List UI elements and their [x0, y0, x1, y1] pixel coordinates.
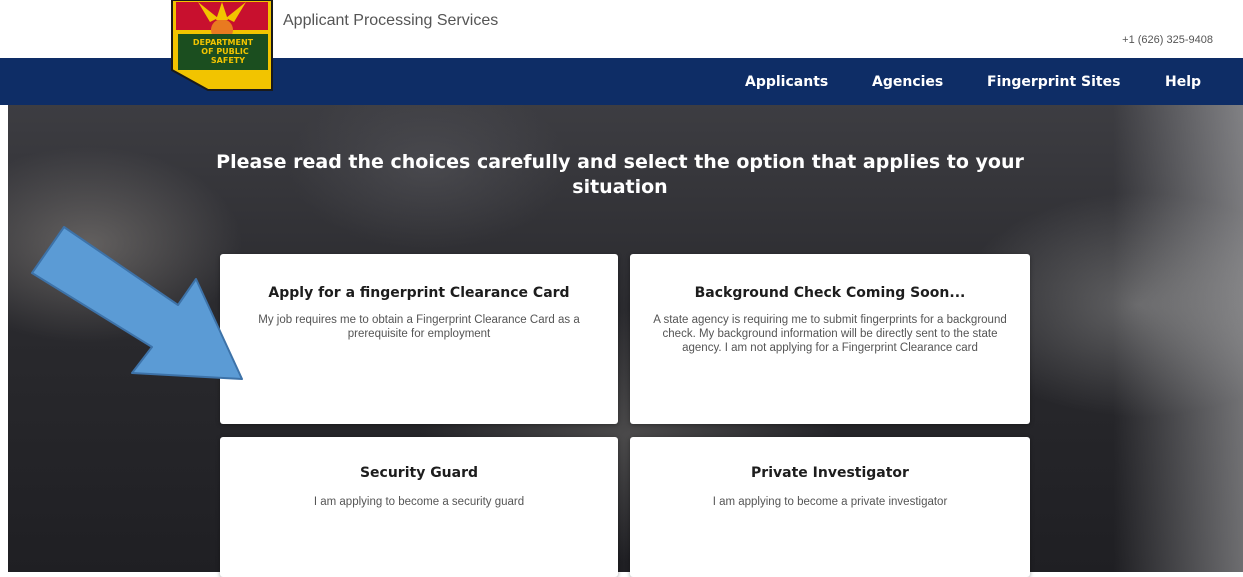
card-fingerprint-clearance[interactable]: Apply for a fingerprint Clearance Card M… [220, 254, 618, 424]
hero-fade [1113, 105, 1243, 572]
phone-number[interactable]: +1 (626) 325-9408 [1122, 34, 1213, 46]
nav-help[interactable]: Help [1165, 74, 1201, 90]
card-title: Security Guard [359, 465, 479, 481]
card-security-guard[interactable]: Security Guard I am applying to become a… [220, 437, 618, 577]
arrow-annotation-icon [31, 226, 243, 380]
card-description: A state agency is requiring me to submit… [653, 314, 1007, 354]
nav-fingerprint-sites[interactable]: Fingerprint Sites [987, 74, 1120, 90]
card-background-check[interactable]: Background Check Coming Soon... A state … [630, 254, 1030, 424]
card-description: I am applying to become a private invest… [712, 496, 948, 508]
card-description: I am applying to become a security guard [313, 496, 525, 508]
logo-line-3: SAFETY [211, 56, 245, 65]
service-name: Applicant Processing Services [283, 12, 499, 29]
logo-line-2: OF PUBLIC [201, 47, 249, 56]
page-heading: Please read the choices carefully and se… [216, 151, 1024, 198]
card-title: Apply for a fingerprint Clearance Card [268, 285, 570, 301]
card-title: Background Check Coming Soon... [694, 285, 966, 301]
card-private-investigator[interactable]: Private Investigator I am applying to be… [630, 437, 1030, 577]
dps-logo[interactable]: DEPARTMENT OF PUBLIC SAFETY [168, 0, 276, 92]
nav-applicants[interactable]: Applicants [745, 74, 828, 90]
logo-line-1: DEPARTMENT [193, 38, 254, 47]
card-title: Private Investigator [751, 465, 909, 481]
arizona-state-logo-icon: DEPARTMENT OF PUBLIC SAFETY [171, 0, 273, 91]
card-description: My job requires me to obtain a Fingerpri… [258, 314, 580, 340]
nav-agencies[interactable]: Agencies [872, 74, 943, 90]
